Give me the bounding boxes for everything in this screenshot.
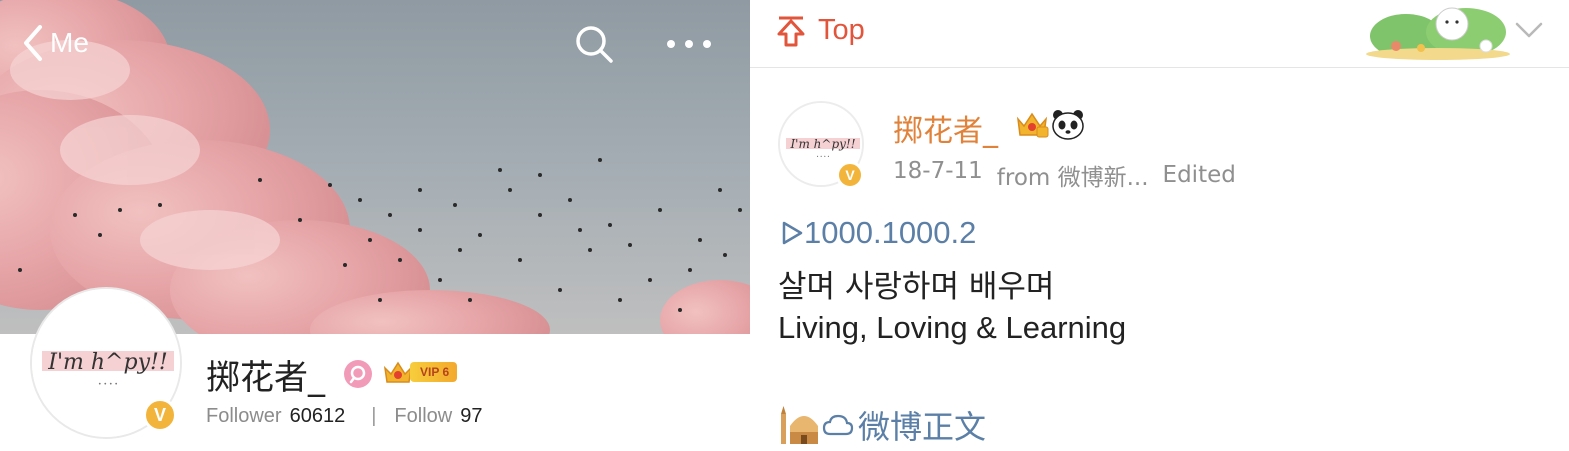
top-pin-label[interactable]: Top	[776, 14, 865, 47]
post-verified-badge: V	[836, 161, 864, 189]
back-button[interactable]: Me	[22, 24, 89, 62]
panda-icon	[1052, 110, 1084, 140]
post-panel: Top I'm h^py!! • • • • V 掷花者_ 18-7-11 fr…	[750, 0, 1569, 451]
chevron-down-icon[interactable]	[1514, 18, 1544, 42]
crown-icon[interactable]	[1015, 109, 1049, 139]
pink-badge-icon[interactable]	[344, 360, 372, 388]
chevron-left-icon	[24, 25, 42, 61]
back-label: Me	[50, 27, 89, 58]
post-text-korean: 살며 사랑하며 배우며	[778, 269, 1055, 305]
weibo-link-text: 微博正文	[858, 408, 987, 446]
stats-separator: |	[371, 405, 377, 427]
post-text-english: Living, Loving & Learning	[778, 310, 1127, 345]
post-date: 18-7-11	[893, 158, 983, 184]
post-avatar-text: I'm h^py!!	[789, 137, 855, 151]
vip-badge[interactable]: VIP 6	[382, 358, 458, 386]
more-icon[interactable]	[664, 32, 714, 56]
profile-panel: Me I'm h^py!! • • • • V 掷花者_ VIP 6 Follo…	[0, 0, 750, 451]
video-link-text: 1000.1000.2	[804, 215, 977, 250]
follower-count: 60612	[289, 405, 346, 427]
cover-banner: Me	[0, 0, 750, 334]
video-link[interactable]: 1000.1000.2	[780, 215, 976, 251]
post-author-name[interactable]: 掷花者_	[893, 106, 998, 150]
follow-stat[interactable]: Follow 97	[394, 405, 482, 428]
top-label-text: Top	[818, 14, 865, 46]
pin-top-icon	[777, 16, 805, 46]
svg-text:• • • •: • • • •	[816, 154, 829, 159]
follow-count: 97	[460, 405, 483, 427]
follow-label: Follow	[394, 405, 453, 427]
mosque-icon	[781, 406, 818, 444]
post-edited: Edited	[1162, 162, 1236, 188]
post-meta: 18-7-11 from 微博新... Edited	[893, 158, 1236, 192]
post-source[interactable]: from 微博新...	[997, 158, 1149, 192]
follower-stat[interactable]: Follower 60612	[206, 405, 345, 428]
play-icon	[782, 221, 803, 245]
follower-label: Follower	[206, 405, 282, 427]
link-icon	[822, 414, 854, 436]
profile-username: 掷花者_	[206, 358, 325, 398]
avatar-text: I'm h^py!!	[47, 350, 167, 375]
profile-stats: Follower 60612 | Follow 97	[206, 405, 482, 428]
weibo-article-link[interactable]: 微博正文	[778, 402, 986, 448]
decorative-sticker-image	[1366, 7, 1510, 60]
search-icon[interactable]	[574, 24, 614, 64]
vip-label: VIP 6	[410, 362, 458, 382]
verified-badge: V	[143, 398, 177, 432]
profile-topbar: Me	[0, 0, 750, 90]
post-header: Top	[750, 0, 1569, 68]
svg-text:• • • •: • • • •	[98, 381, 118, 388]
